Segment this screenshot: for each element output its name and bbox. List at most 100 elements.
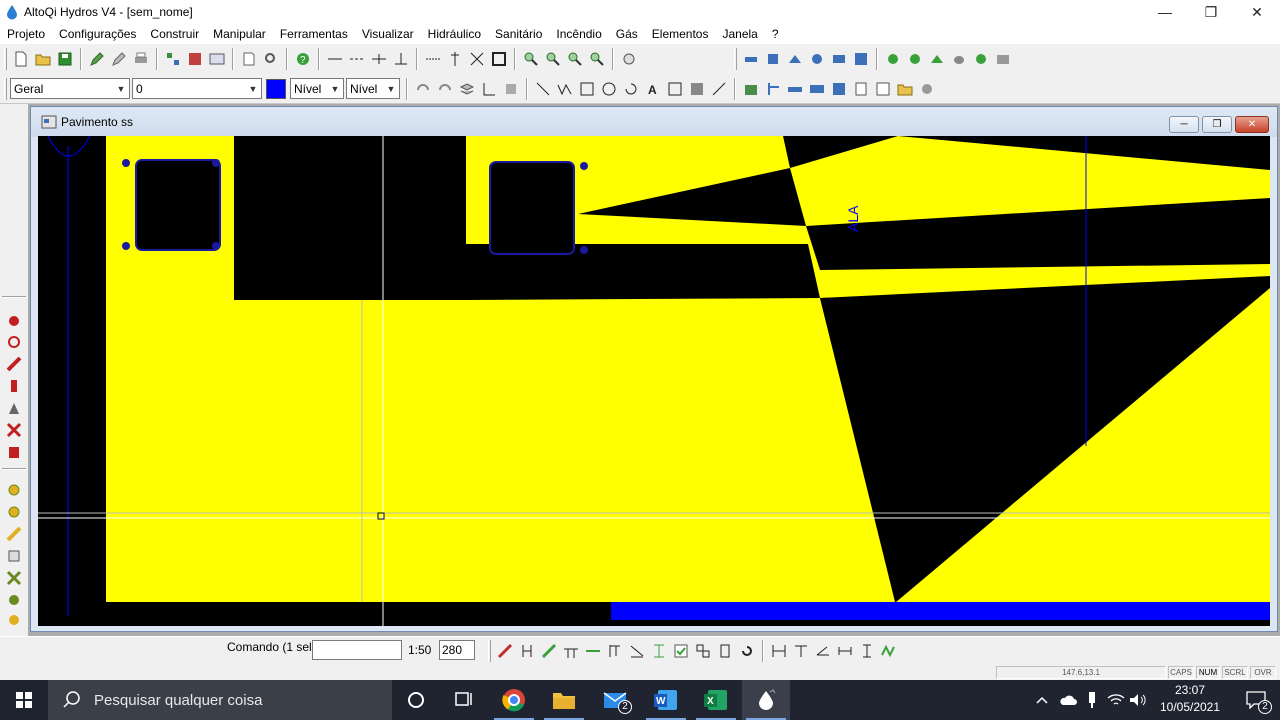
text-align-icon[interactable]	[791, 641, 811, 661]
toolbar-grip[interactable]	[488, 640, 491, 662]
toolbar-grip[interactable]	[4, 48, 7, 70]
paint-icon[interactable]	[495, 641, 515, 661]
sanitary-point-icon[interactable]	[4, 480, 24, 500]
tee-icon[interactable]	[561, 641, 581, 661]
split-icon[interactable]	[583, 641, 603, 661]
excel-icon[interactable]: X	[692, 680, 740, 720]
draw-line-icon[interactable]	[533, 79, 553, 99]
properties-icon[interactable]	[109, 49, 129, 69]
menu-construir[interactable]: Construir	[143, 27, 206, 41]
vent-icon[interactable]	[4, 590, 24, 610]
fire-extinguisher-icon[interactable]	[4, 442, 24, 462]
hatch-icon[interactable]	[665, 79, 685, 99]
vertical-distance-icon[interactable]	[857, 641, 877, 661]
hydraulic-pipe-icon[interactable]	[741, 49, 761, 69]
midpoint-icon[interactable]	[423, 49, 443, 69]
menu-gas[interactable]: Gás	[609, 27, 645, 41]
drawing-canvas[interactable]: ALA	[38, 136, 1270, 626]
zigzag-icon[interactable]	[879, 641, 899, 661]
taskbar-search[interactable]: Pesquisar qualquer coisa	[48, 680, 392, 720]
menu-help[interactable]: ?	[765, 27, 786, 41]
zoom-in-icon[interactable]	[565, 49, 585, 69]
new-file-icon[interactable]	[11, 49, 31, 69]
redo-icon[interactable]	[435, 79, 455, 99]
pan-icon[interactable]	[619, 49, 639, 69]
circle-icon[interactable]	[599, 79, 619, 99]
sanitary-pipe-side-icon[interactable]	[4, 524, 24, 544]
intersection-icon[interactable]	[467, 49, 487, 69]
maximize-button[interactable]: ❐	[1188, 0, 1234, 24]
preview-icon[interactable]	[239, 49, 259, 69]
table-icon[interactable]	[873, 79, 893, 99]
zoom-window-icon[interactable]	[543, 49, 563, 69]
notification-center-icon[interactable]: 2	[1232, 680, 1280, 720]
shower-icon[interactable]	[4, 398, 24, 418]
grease-trap-icon[interactable]	[4, 568, 24, 588]
task-view-icon[interactable]	[440, 680, 488, 720]
stack-icon[interactable]	[457, 79, 477, 99]
connect-icon[interactable]	[693, 641, 713, 661]
column-icon[interactable]	[715, 641, 735, 661]
word-icon[interactable]: W	[642, 680, 690, 720]
height-icon[interactable]	[649, 641, 669, 661]
print-icon[interactable]	[131, 49, 151, 69]
sanitary-pipe-icon[interactable]	[883, 49, 903, 69]
menu-visualizar[interactable]: Visualizar	[355, 27, 421, 41]
insert-fitting-icon[interactable]	[517, 641, 537, 661]
line-icon[interactable]	[325, 49, 345, 69]
menu-sanitario[interactable]: Sanitário	[488, 27, 549, 41]
equipment-icon[interactable]	[741, 79, 761, 99]
floor-plan-drawing[interactable]: ALA	[38, 136, 1270, 626]
sanitary-fitting-icon[interactable]	[905, 49, 925, 69]
cut-view-icon[interactable]	[185, 49, 205, 69]
command-input[interactable]	[312, 640, 402, 660]
wifi-icon[interactable]	[1104, 680, 1128, 720]
open-folder-icon[interactable]	[33, 49, 53, 69]
level-to-select[interactable]: Nível ▼	[346, 78, 400, 99]
minimize-button[interactable]: —	[1142, 0, 1188, 24]
print-preview-icon[interactable]	[261, 49, 281, 69]
line-dash-icon[interactable]	[347, 49, 367, 69]
layer-select[interactable]: 0 ▼	[132, 78, 262, 99]
hydraulic-connection-icon[interactable]	[829, 49, 849, 69]
cortana-icon[interactable]	[392, 680, 440, 720]
drain-icon[interactable]	[4, 502, 24, 522]
chevron-up-icon[interactable]	[1030, 680, 1054, 720]
menu-incendio[interactable]: Incêndio	[549, 27, 608, 41]
pipe-set-icon[interactable]	[807, 79, 827, 99]
menu-manipular[interactable]: Manipular	[206, 27, 273, 41]
sanitary-toilet-icon[interactable]	[949, 49, 969, 69]
volume-icon[interactable]	[1126, 680, 1150, 720]
child-restore-button[interactable]: ❐	[1202, 116, 1232, 133]
menu-hidraulico[interactable]: Hidráulico	[421, 27, 488, 41]
box-icon[interactable]	[4, 546, 24, 566]
scale-input[interactable]: 280	[439, 640, 475, 660]
menu-configuracoes[interactable]: Configurações	[52, 27, 143, 41]
fittings-icon[interactable]	[829, 79, 849, 99]
pipe-route-icon[interactable]	[763, 79, 783, 99]
level-from-select[interactable]: Nível ▼	[290, 78, 344, 99]
hydrant-icon[interactable]	[4, 376, 24, 396]
cut-pipe-icon[interactable]	[4, 420, 24, 440]
toolbar-grip[interactable]	[4, 77, 7, 100]
move-icon[interactable]	[501, 79, 521, 99]
cross-icon[interactable]	[369, 49, 389, 69]
drawing-window-titlebar[interactable]: Pavimento ss	[31, 107, 1277, 137]
child-close-button[interactable]: ✕	[1235, 116, 1269, 133]
sanitary-box-icon[interactable]	[971, 49, 991, 69]
elbow-icon[interactable]	[605, 641, 625, 661]
help-icon[interactable]: ?	[293, 49, 313, 69]
layer-group-select[interactable]: Geral ▼	[10, 78, 130, 99]
faucet-icon[interactable]	[4, 332, 24, 352]
rotate-icon[interactable]	[737, 641, 757, 661]
menu-projeto[interactable]: Projeto	[0, 27, 52, 41]
pipe-horizontal-icon[interactable]	[785, 79, 805, 99]
perpendicular-icon[interactable]	[391, 49, 411, 69]
usb-device-icon[interactable]	[1080, 680, 1104, 720]
angle-icon[interactable]	[813, 641, 833, 661]
block-icon[interactable]	[687, 79, 707, 99]
mail-icon[interactable]: 2	[592, 680, 640, 720]
zoom-out-icon[interactable]	[587, 49, 607, 69]
align-icon[interactable]	[769, 641, 789, 661]
hydros-app-icon[interactable]	[742, 680, 790, 720]
